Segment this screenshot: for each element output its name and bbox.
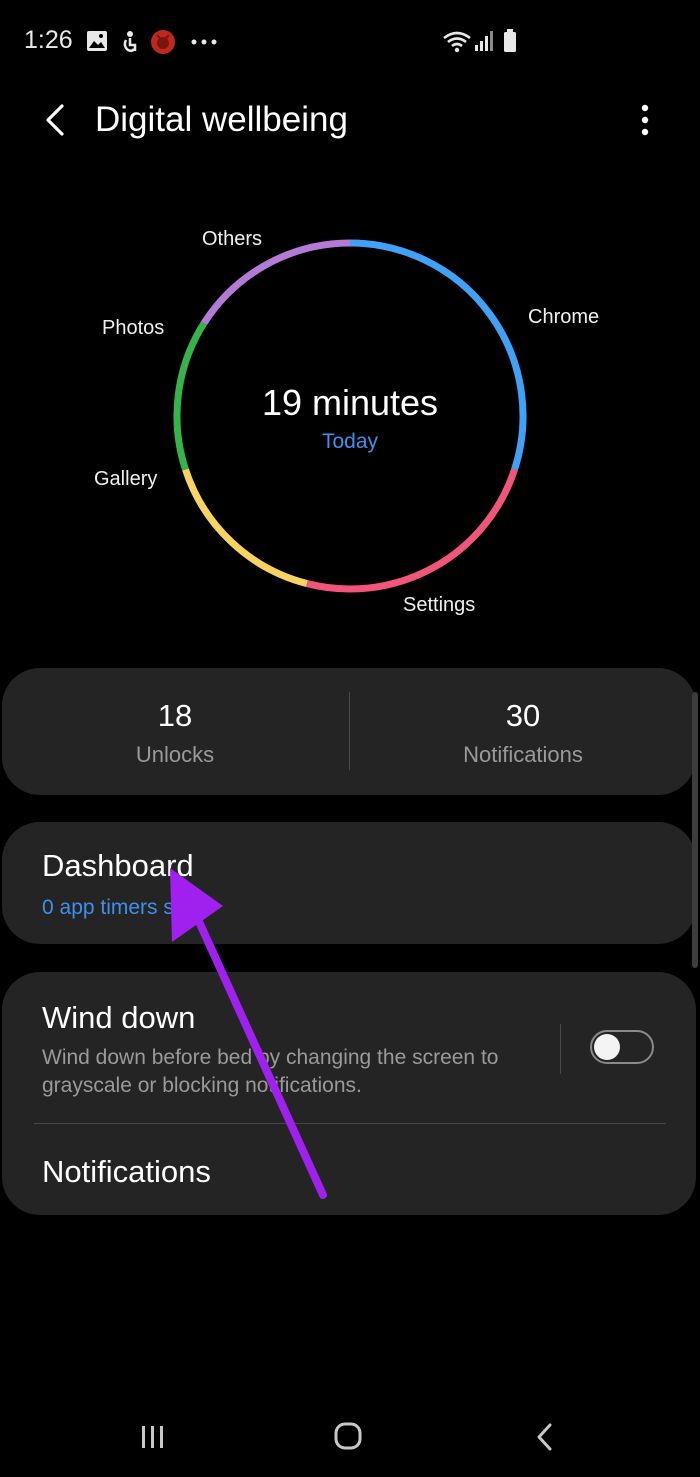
- wind-down-description: Wind down before bed by changing the scr…: [42, 1046, 499, 1097]
- chart-label-settings: Settings: [403, 594, 476, 616]
- ring-segment-settings: [306, 468, 518, 593]
- notifications-row[interactable]: Notifications: [2, 1124, 696, 1215]
- stats-card: 18 Unlocks 30 Notifications: [2, 668, 696, 795]
- toggle-knob: [594, 1034, 620, 1060]
- total-screen-time: 19 minutes: [261, 382, 439, 423]
- notifications-title: Notifications: [42, 1154, 211, 1189]
- settings-card: Wind down Wind down before bed by changi…: [2, 972, 696, 1215]
- scroll-indicator[interactable]: [692, 692, 698, 968]
- chart-label-others: Others: [202, 228, 263, 250]
- notifications-stat[interactable]: 30 Notifications: [350, 668, 696, 795]
- dashboard-card[interactable]: Dashboard 0 app timers set: [2, 822, 696, 944]
- unlocks-stat[interactable]: 18 Unlocks: [2, 668, 348, 795]
- chart-label-chrome: Chrome: [528, 306, 600, 328]
- notifications-count-label: Notifications: [463, 742, 583, 767]
- wind-down-divider: [560, 1024, 561, 1074]
- nav-back-button[interactable]: [515, 1415, 575, 1459]
- time-period-label: Today: [321, 430, 379, 453]
- chart-label-photos: Photos: [102, 317, 165, 339]
- chart-label-gallery: Gallery: [94, 468, 158, 490]
- dashboard-subtitle: 0 app timers set: [42, 896, 192, 919]
- ring-segment-others: [200, 239, 351, 326]
- recent-apps-button[interactable]: [122, 1415, 182, 1459]
- wind-down-toggle[interactable]: [590, 1030, 654, 1064]
- wind-down-title: Wind down: [42, 1000, 196, 1035]
- ring-segment-gallery: [182, 468, 308, 587]
- unlocks-label: Unlocks: [135, 742, 215, 767]
- notifications-count: 30: [505, 698, 541, 733]
- dashboard-title: Dashboard: [42, 848, 194, 883]
- unlocks-count: 18: [157, 698, 193, 733]
- home-button[interactable]: [318, 1415, 378, 1459]
